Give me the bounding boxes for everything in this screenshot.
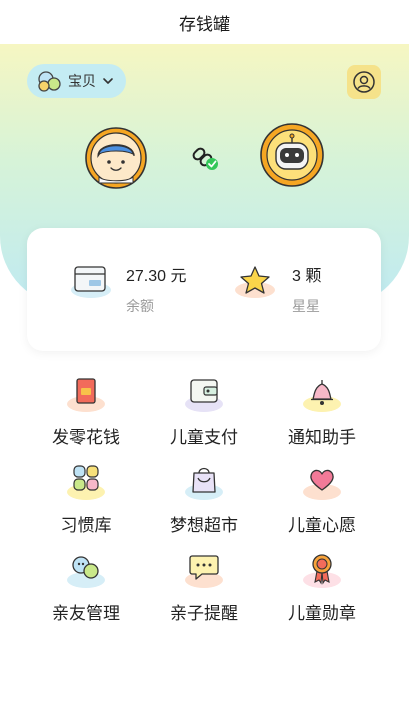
profile-button[interactable]: [347, 65, 381, 99]
wallet-icon: [185, 379, 223, 412]
message-icon: [185, 555, 223, 588]
shopping-bag-icon: [185, 467, 223, 500]
feature-label: 亲子提醒: [170, 604, 238, 623]
wallet-card-icon: [71, 266, 111, 298]
robot-avatar[interactable]: [260, 123, 324, 187]
blocks-icon: [67, 465, 105, 500]
heart-icon: [303, 469, 341, 500]
bell-icon: [303, 380, 341, 412]
feature-label: 儿童勋章: [288, 604, 356, 623]
link-check-icon: [192, 147, 218, 170]
feature-label: 习惯库: [60, 516, 112, 535]
feature-child-pay[interactable]: 儿童支付: [145, 375, 263, 455]
feature-child-wishes[interactable]: 儿童心愿: [263, 463, 381, 543]
top-bar: 存钱罐: [0, 0, 409, 44]
stars-value: 3 颗: [292, 268, 322, 285]
friends-icon: [67, 556, 105, 588]
feature-child-medals[interactable]: 儿童勋章: [263, 551, 381, 631]
child-avatar[interactable]: [85, 127, 147, 189]
feature-give-allowance[interactable]: 发零花钱: [27, 375, 145, 455]
child-name: 宝贝: [68, 73, 96, 89]
feature-habit-library[interactable]: 习惯库: [27, 463, 145, 543]
medal-icon: [303, 554, 341, 588]
balance-label: 余额: [126, 298, 154, 314]
feature-label: 儿童心愿: [288, 516, 356, 535]
stats-card: 27.30 元 余额 3 颗 星星: [27, 228, 381, 351]
child-avatar-icon: [38, 71, 61, 92]
feature-dream-supermarket[interactable]: 梦想超市: [145, 463, 263, 543]
feature-parent-child-reminder[interactable]: 亲子提醒: [145, 551, 263, 631]
feature-label: 发零花钱: [52, 428, 120, 447]
user-icon: [353, 71, 375, 93]
stars-label: 星星: [292, 298, 320, 314]
chevron-down-icon: [103, 78, 113, 84]
feature-family-friends[interactable]: 亲友管理: [27, 551, 145, 631]
star-icon: [235, 266, 275, 298]
feature-label: 儿童支付: [170, 428, 238, 447]
feature-notification-assistant[interactable]: 通知助手: [263, 375, 381, 455]
child-selector[interactable]: 宝贝: [27, 64, 126, 98]
balance-value: 27.30 元: [126, 268, 187, 285]
red-envelope-icon: [67, 378, 105, 412]
feature-label: 亲友管理: [52, 604, 120, 623]
feature-label: 梦想超市: [170, 516, 238, 535]
page-title: 存钱罐: [179, 14, 230, 34]
feature-label: 通知助手: [288, 428, 356, 447]
